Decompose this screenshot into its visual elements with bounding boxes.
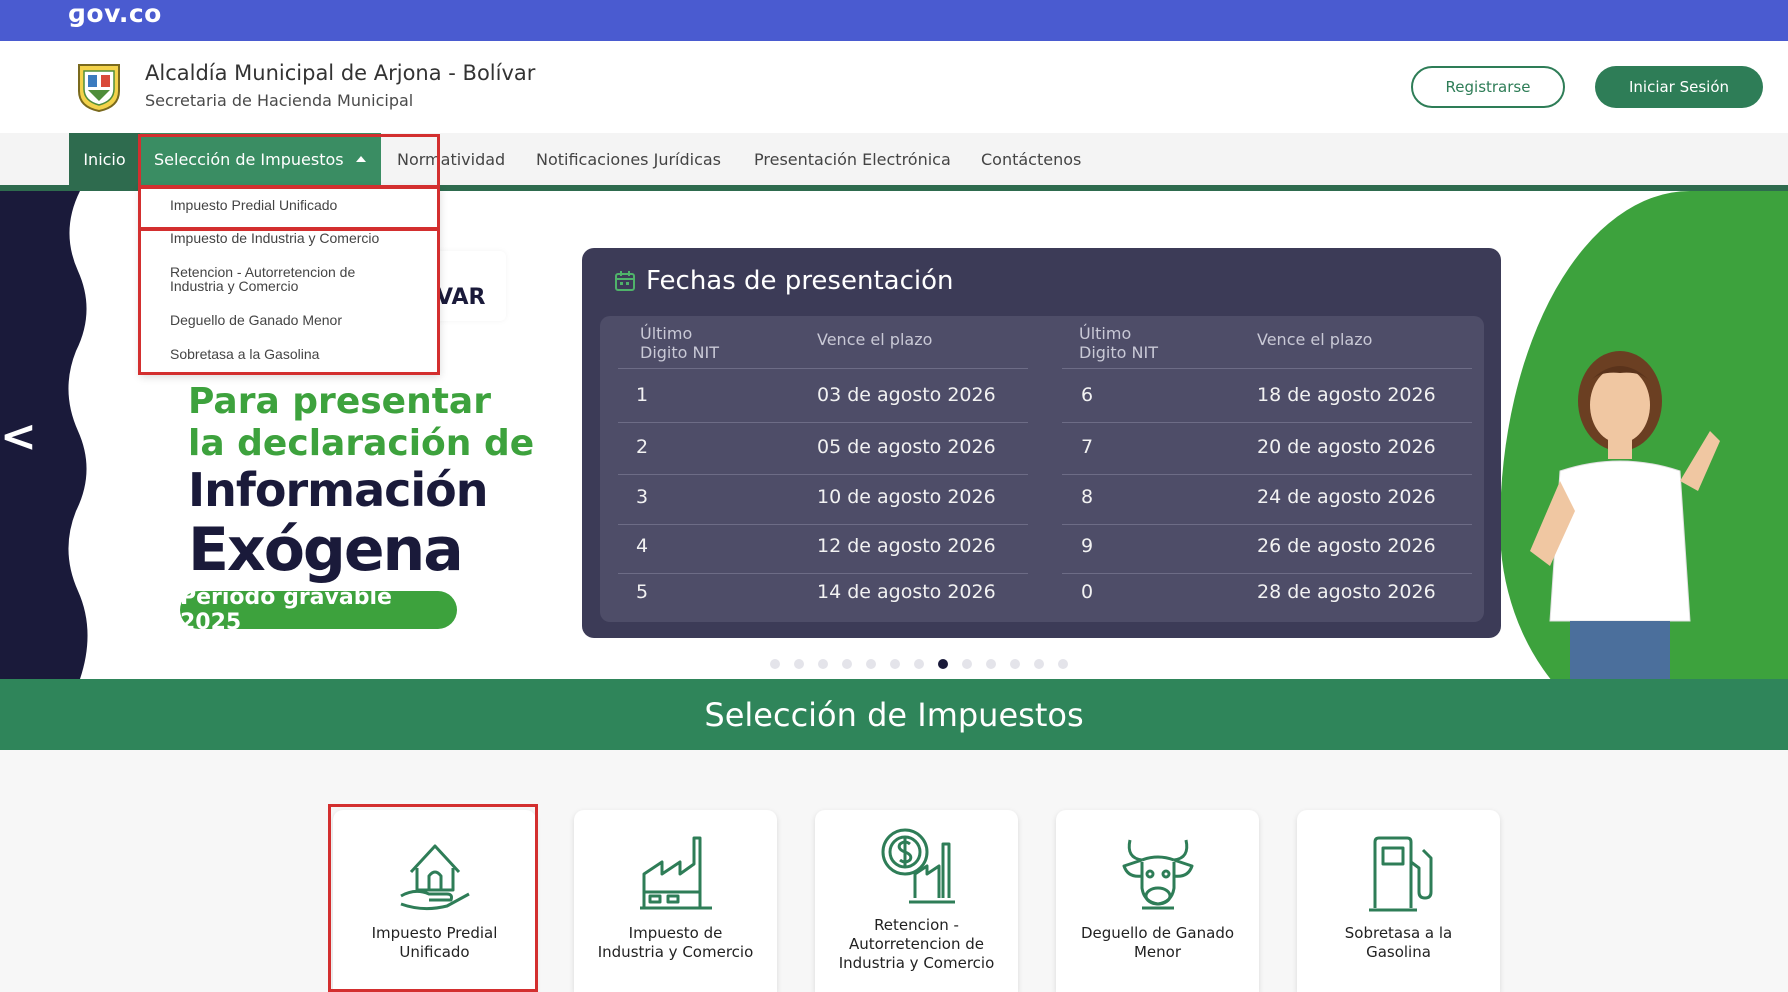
nav-notificaciones[interactable]: Notificaciones Jurídicas bbox=[536, 133, 721, 185]
table-cell: 7 bbox=[1081, 436, 1094, 458]
carousel-dot[interactable] bbox=[962, 659, 972, 669]
th-digit-1: Último Digito NIT bbox=[640, 324, 719, 362]
gov-logo[interactable]: ɡov.co bbox=[68, 0, 162, 30]
table-row-divider bbox=[618, 524, 1028, 525]
gov-bar: ɡov.co bbox=[0, 0, 1788, 41]
carousel-dot[interactable] bbox=[986, 659, 996, 669]
table-cell: 1 bbox=[636, 384, 649, 406]
cow-head-icon bbox=[1122, 839, 1193, 910]
hero-line-3: Información bbox=[188, 463, 489, 517]
carousel-dot[interactable] bbox=[938, 659, 948, 669]
org-title: Alcaldía Municipal de Arjona - Bolívar bbox=[145, 61, 536, 85]
site-header: Alcaldía Municipal de Arjona - Bolívar S… bbox=[0, 41, 1788, 133]
table-row-divider bbox=[618, 422, 1028, 423]
fuel-pump-icon bbox=[1368, 836, 1432, 912]
table-cell: 12 de agosto 2026 bbox=[817, 535, 996, 557]
table-row-divider bbox=[618, 573, 1028, 574]
tax-label-gasolina: Sobretasa a la Gasolina bbox=[1344, 924, 1453, 961]
table-row-divider bbox=[1062, 474, 1472, 475]
hero-line-4: Exógena bbox=[188, 515, 464, 585]
table-cell: 4 bbox=[636, 535, 649, 557]
carousel-dots bbox=[770, 659, 1068, 669]
highlight-dd-rest bbox=[138, 228, 440, 375]
highlight-dd-predial bbox=[138, 186, 440, 230]
highlight-tax-card-predial bbox=[328, 804, 538, 992]
tax-card-industria[interactable]: Impuesto de Industria y Comercio bbox=[574, 810, 777, 992]
login-button[interactable]: Iniciar Sesión bbox=[1595, 66, 1763, 108]
table-cell: 0 bbox=[1081, 581, 1094, 603]
carousel-dot[interactable] bbox=[770, 659, 780, 669]
org-subtitle: Secretaria de Hacienda Municipal bbox=[145, 91, 414, 110]
carousel-dot[interactable] bbox=[794, 659, 804, 669]
table-cell: 20 de agosto 2026 bbox=[1257, 436, 1436, 458]
table-cell: 03 de agosto 2026 bbox=[817, 384, 996, 406]
table-cell: 05 de agosto 2026 bbox=[817, 436, 996, 458]
table-row-divider bbox=[1062, 573, 1472, 574]
table-cell: 10 de agosto 2026 bbox=[817, 486, 996, 508]
table-cell: 24 de agosto 2026 bbox=[1257, 486, 1436, 508]
table-row-divider bbox=[1062, 524, 1472, 525]
nav-inicio[interactable]: Inicio bbox=[69, 133, 140, 185]
table-cell: 3 bbox=[636, 486, 649, 508]
tax-cards-area: Impuesto Predial Unificado Impuesto de Ind… bbox=[0, 750, 1788, 992]
tax-card-deguello[interactable]: Deguello de Ganado Menor bbox=[1056, 810, 1259, 992]
register-button[interactable]: Registrarse bbox=[1411, 66, 1565, 108]
th-plazo-1: Vence el plazo bbox=[817, 330, 933, 349]
carousel-dot[interactable] bbox=[890, 659, 900, 669]
table-cell: 18 de agosto 2026 bbox=[1257, 384, 1436, 406]
table-cell: 5 bbox=[636, 581, 649, 603]
th-plazo-2: Vence el plazo bbox=[1257, 330, 1373, 349]
table-cell: 14 de agosto 2026 bbox=[817, 581, 996, 603]
factory-icon bbox=[639, 836, 712, 910]
table-row-divider bbox=[618, 474, 1028, 475]
hero-person-image bbox=[1530, 351, 1720, 679]
carousel-prev-button[interactable]: < bbox=[0, 411, 37, 462]
calendar-icon bbox=[615, 271, 635, 291]
panel-title: Fechas de presentación bbox=[646, 266, 954, 296]
table-cell: 9 bbox=[1081, 535, 1094, 557]
table-cell: 28 de agosto 2026 bbox=[1257, 581, 1436, 603]
carousel-dot[interactable] bbox=[842, 659, 852, 669]
table-cell: 8 bbox=[1081, 486, 1094, 508]
coin-factory-icon bbox=[881, 828, 955, 904]
hero-line-2: la declaración de bbox=[188, 423, 535, 464]
hero-period-pill: Periodo gravable 2025 bbox=[180, 585, 457, 635]
table-row-divider bbox=[1062, 422, 1472, 423]
tax-label-industria: Impuesto de Industria y Comercio bbox=[597, 924, 754, 961]
table-cell: 26 de agosto 2026 bbox=[1257, 535, 1436, 557]
hero-card-text: VAR bbox=[436, 285, 486, 310]
th-digit-2: Último Digito NIT bbox=[1079, 324, 1158, 362]
tax-label-retencion: Retencion - Autorretencion de Industria y … bbox=[838, 916, 995, 972]
tax-card-retencion[interactable]: Retencion - Autorretencion de Industria y … bbox=[815, 810, 1018, 992]
municipal-crest-icon[interactable] bbox=[74, 61, 124, 113]
deadlines-table: Último Digito NIT Vence el plazo Último Di… bbox=[600, 316, 1484, 622]
tax-label-deguello: Deguello de Ganado Menor bbox=[1080, 924, 1235, 961]
highlight-nav-seleccion bbox=[138, 134, 440, 188]
carousel-dot[interactable] bbox=[914, 659, 924, 669]
carousel-dot[interactable] bbox=[1010, 659, 1020, 669]
deadlines-panel: Fechas de presentación Último Digito NIT … bbox=[582, 248, 1501, 638]
carousel-dot[interactable] bbox=[818, 659, 828, 669]
hero-wave-shape bbox=[68, 191, 100, 679]
tax-card-gasolina[interactable]: Sobretasa a la Gasolina bbox=[1297, 810, 1500, 992]
table-cell: 6 bbox=[1081, 384, 1094, 406]
section-title: Selección de Impuestos bbox=[704, 695, 1084, 734]
carousel-dot[interactable] bbox=[1034, 659, 1044, 669]
hero-line-1: Para presentar bbox=[188, 381, 491, 422]
section-band: Selección de Impuestos bbox=[0, 679, 1788, 750]
carousel-dot[interactable] bbox=[866, 659, 876, 669]
carousel-dot[interactable] bbox=[1058, 659, 1068, 669]
nav-presentacion[interactable]: Presentación Electrónica bbox=[754, 133, 951, 185]
nav-inicio-label: Inicio bbox=[83, 149, 126, 169]
nav-contactenos[interactable]: Contáctenos bbox=[981, 133, 1081, 185]
table-cell: 2 bbox=[636, 436, 649, 458]
